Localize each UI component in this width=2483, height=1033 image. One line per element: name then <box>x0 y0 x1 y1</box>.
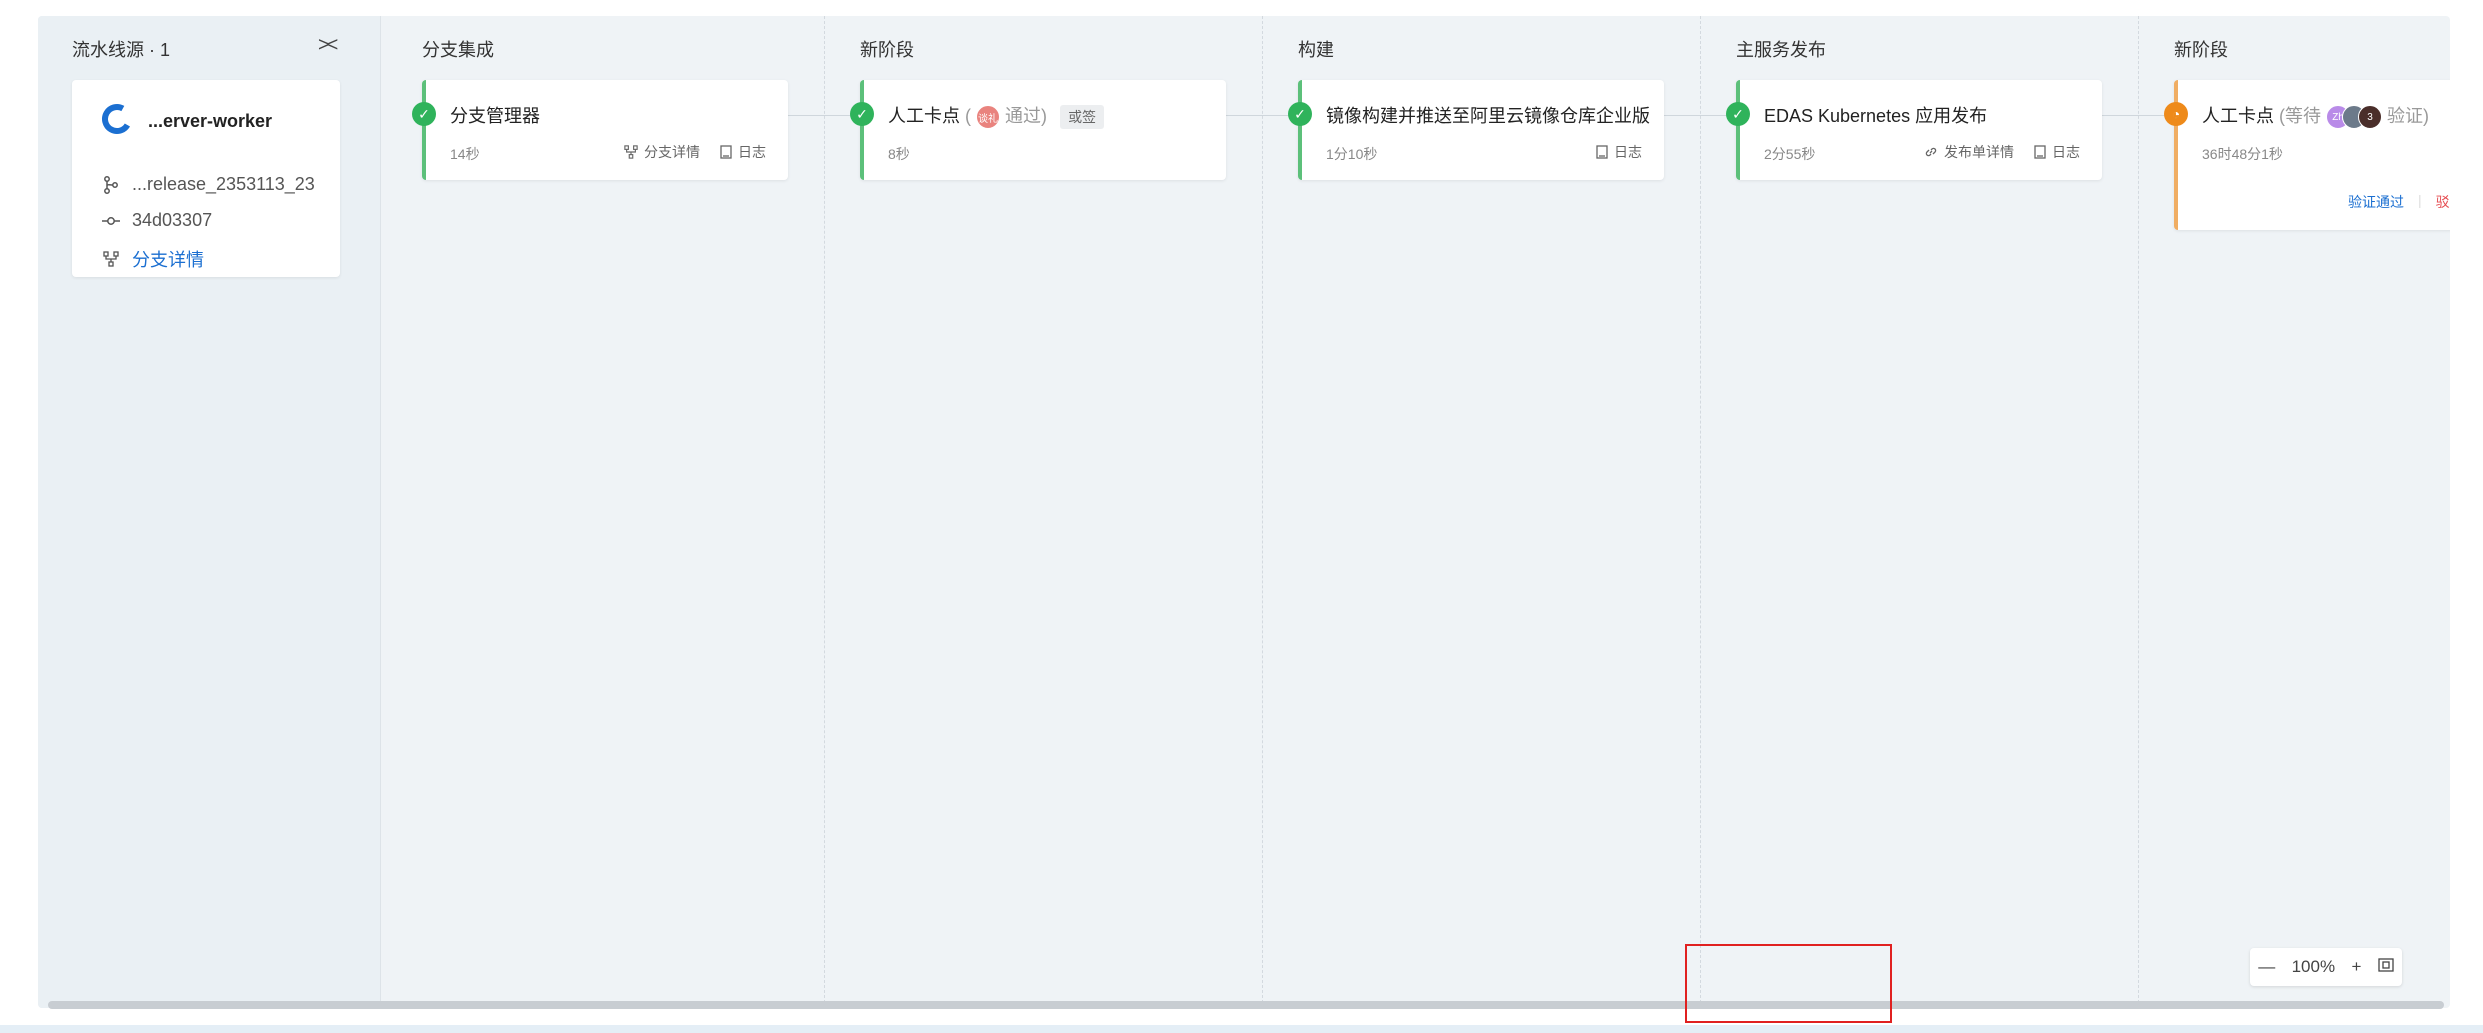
stage-divider <box>824 16 825 1008</box>
zoom-in-button[interactable]: + <box>2351 957 2361 977</box>
right-edge <box>2450 16 2483 1025</box>
log-action[interactable]: 日志 <box>1596 142 1642 162</box>
action-label: 日志 <box>2052 144 2080 160</box>
branch-detail-action[interactable]: 分支详情 <box>624 142 700 162</box>
branch-tree-icon <box>100 251 122 267</box>
success-check-icon: ✓ <box>412 102 436 126</box>
approver-avatar: 谈礼 <box>976 105 1001 130</box>
job-card-manual-gate[interactable]: ✓ 人工卡点 ( 谈礼 通过) 或签 8秒 <box>850 80 1226 180</box>
job-duration: 2分55秒 <box>1764 146 1816 162</box>
branch-tree-icon <box>624 145 638 159</box>
fit-screen-icon[interactable] <box>2378 957 2394 977</box>
stage-title: 构建 <box>1298 40 1334 60</box>
highlight-box <box>1685 944 1892 1023</box>
job-name: EDAS Kubernetes 应用发布 <box>1764 106 1988 126</box>
horizontal-scrollbar[interactable] <box>48 1001 2444 1009</box>
job-name: 分支管理器 <box>450 106 540 126</box>
stage-title: 新阶段 <box>860 40 914 60</box>
verify-text: 验证) <box>2387 106 2430 126</box>
action-label: 日志 <box>1614 144 1642 160</box>
job-duration: 1分10秒 <box>1326 146 1378 162</box>
paren-open: ( <box>965 106 972 126</box>
job-card-manual-verify[interactable]: ◔ 人工卡点 (等待 Zh 3 验证) 36时48分1秒 验证通过 | 驳 <box>2164 80 2450 230</box>
approve-button[interactable]: 验证通过 <box>2348 192 2404 212</box>
zoom-control: — 100% + <box>2250 948 2402 986</box>
stage-divider <box>2138 16 2139 1008</box>
commit-icon <box>100 216 122 226</box>
codeup-logo-icon <box>100 102 134 141</box>
stage-divider <box>1700 16 1701 1008</box>
job-name: 人工卡点 <box>2202 106 2274 126</box>
commit-id: 34d03307 <box>132 210 213 230</box>
repo-name: ...erver-worker <box>148 111 273 131</box>
clock-icon: ◔ <box>2164 102 2188 126</box>
wait-text: (等待 <box>2279 106 2322 126</box>
job-card-image-build[interactable]: ✓ 镜像构建并推送至阿里云镜像仓库企业版 1分10秒 日志 <box>1288 80 1664 180</box>
source-card[interactable]: ...erver-worker ...release_2353113_23 34… <box>72 80 340 277</box>
zoom-out-button[interactable]: — <box>2258 957 2275 977</box>
job-card-edas-deploy[interactable]: ✓ EDAS Kubernetes 应用发布 2分55秒 发布单详情 日志 <box>1726 80 2102 180</box>
stage-divider <box>1262 16 1263 1008</box>
stage-title: 主服务发布 <box>1736 40 1826 60</box>
pipeline-canvas: 流水线源 · 1 >< ...erver-worker ...release_2… <box>38 16 2450 1008</box>
job-duration: 14秒 <box>450 146 480 162</box>
success-check-icon: ✓ <box>1288 102 1312 126</box>
action-label: 分支详情 <box>644 144 700 160</box>
action-label: 发布单详情 <box>1944 144 2014 160</box>
link-icon <box>1925 147 1937 157</box>
log-icon <box>1596 145 1608 159</box>
approval-mode-tag: 或签 <box>1060 105 1105 130</box>
bottom-bar <box>0 1025 2483 1033</box>
branch-name: ...release_2353113_23 <box>132 174 315 194</box>
release-detail-action[interactable]: 发布单详情 <box>1924 142 2014 162</box>
success-check-icon: ✓ <box>1726 102 1750 126</box>
action-label: 日志 <box>738 144 766 160</box>
zoom-level: 100% <box>2291 957 2336 976</box>
branch-icon <box>100 175 122 194</box>
action-separator: | <box>2418 192 2422 208</box>
log-action[interactable]: 日志 <box>720 142 766 162</box>
job-duration: 8秒 <box>888 146 910 162</box>
log-action[interactable]: 日志 <box>2034 142 2080 162</box>
reject-button[interactable]: 驳 <box>2436 192 2450 212</box>
source-title: 流水线源 · 1 <box>72 40 171 60</box>
approver-avatar: 3 <box>2358 105 2383 130</box>
log-icon <box>720 145 732 159</box>
job-duration: 36时48分1秒 <box>2202 146 2283 162</box>
pipeline-source-column: 流水线源 · 1 >< ...erver-worker ...release_2… <box>38 16 381 1008</box>
collapse-icon[interactable]: >< <box>318 34 338 57</box>
job-name: 镜像构建并推送至阿里云镜像仓库企业版 <box>1326 106 1650 126</box>
success-check-icon: ✓ <box>850 102 874 126</box>
stage-title: 新阶段 <box>2174 40 2228 60</box>
log-icon <box>2034 145 2046 159</box>
job-name: 人工卡点 <box>888 106 960 126</box>
approval-result: 通过) <box>1005 106 1048 126</box>
job-card-branch-manager[interactable]: ✓ 分支管理器 14秒 分支详情 日志 <box>412 80 788 180</box>
branch-detail-link[interactable]: 分支详情 <box>132 246 204 272</box>
stage-title: 分支集成 <box>422 40 494 60</box>
